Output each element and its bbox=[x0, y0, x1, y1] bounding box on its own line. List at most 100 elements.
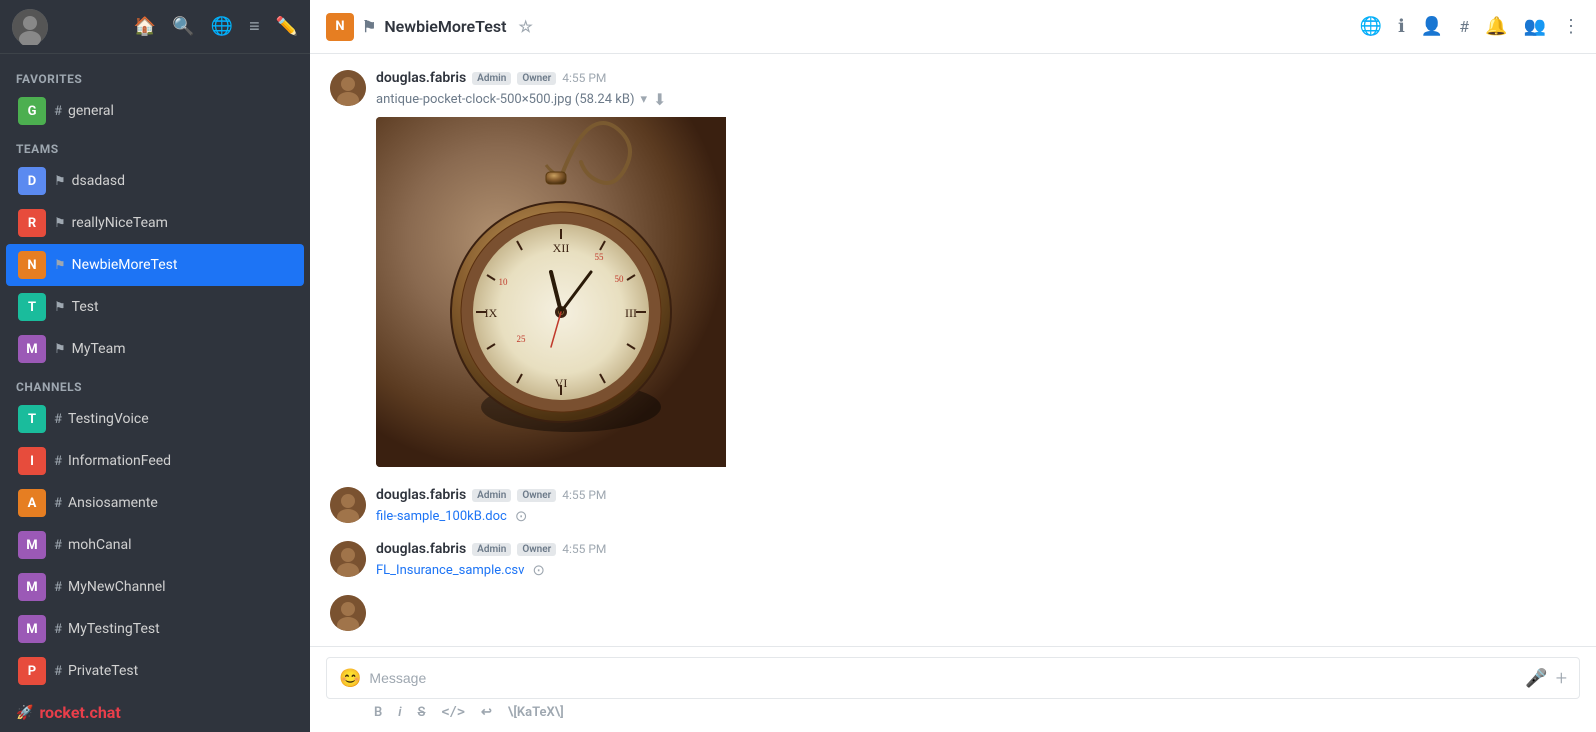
sidebar-item-dsadasd[interactable]: D ⚑ dsadasd bbox=[6, 160, 304, 202]
sidebar-nav-icons: 🏠 🔍 🌐 ≡ ✏️ bbox=[134, 16, 298, 37]
svg-text:XII: XII bbox=[553, 241, 570, 255]
item-label-reallyNiceTeam: reallyNiceTeam bbox=[72, 215, 168, 231]
item-avatar-reallyNiceTeam: R bbox=[18, 209, 46, 237]
user-avatar[interactable] bbox=[12, 9, 48, 45]
svg-text:10: 10 bbox=[499, 277, 509, 287]
strike-button[interactable]: S bbox=[418, 705, 426, 720]
search-icon[interactable]: 🔍 bbox=[172, 16, 194, 37]
search-members-icon[interactable]: 👤 bbox=[1421, 16, 1443, 37]
file-row-3: FL_Insurance_sample.csv ⊙ bbox=[376, 561, 1576, 579]
messages-area: douglas.fabris Admin Owner 4:55 PM antiq… bbox=[310, 54, 1596, 646]
main-content: N ⚑ NewbieMoreTest ☆ 🌐 ℹ 👤 # 🔔 👥 ⋮ bbox=[310, 0, 1596, 732]
item-label-InformationFeed: InformationFeed bbox=[68, 453, 171, 469]
message-input-box[interactable]: 😊 🎤 + bbox=[326, 657, 1580, 699]
sidebar-item-general[interactable]: G # general bbox=[6, 90, 304, 132]
item-label-Ansiosamente: Ansiosamente bbox=[68, 495, 158, 511]
svg-text:50: 50 bbox=[615, 274, 625, 284]
message-block-4 bbox=[330, 595, 1576, 631]
item-label-NewbieMoreTest: NewbieMoreTest bbox=[72, 257, 178, 273]
svg-text:IX: IX bbox=[485, 306, 498, 320]
sidebar-item-Ansiosamente[interactable]: A # Ansiosamente bbox=[6, 482, 304, 524]
teams-label: Teams bbox=[0, 132, 310, 160]
role-admin-2: Admin bbox=[472, 489, 511, 502]
sidebar-content: Favorites G # general Teams D ⚑ dsadasd … bbox=[0, 54, 310, 693]
role-admin-1: Admin bbox=[472, 72, 511, 85]
message-block-2: douglas.fabris Admin Owner 4:55 PM file-… bbox=[330, 487, 1576, 525]
sidebar-item-NewbieMoreTest[interactable]: N ⚑ NewbieMoreTest bbox=[6, 244, 304, 286]
item-avatar-MyTestingTest: M bbox=[18, 615, 46, 643]
sidebar-item-MyTestingTest[interactable]: M # MyTestingTest bbox=[6, 608, 304, 650]
members-icon[interactable]: 👥 bbox=[1524, 16, 1546, 37]
rocket-icon: 🚀 bbox=[16, 705, 33, 721]
add-button[interactable]: + bbox=[1556, 666, 1567, 690]
clock-svg: XII III VI IX 55 50 25 10 bbox=[376, 117, 726, 467]
item-label-general: general bbox=[68, 103, 114, 119]
sidebar-header: 🏠 🔍 🌐 ≡ ✏️ bbox=[0, 0, 310, 54]
team-icon-Test: ⚑ bbox=[54, 300, 66, 315]
sort-icon[interactable]: ≡ bbox=[249, 16, 260, 37]
star-icon[interactable]: ☆ bbox=[518, 17, 532, 36]
team-icon-NewbieMoreTest: ⚑ bbox=[54, 258, 66, 273]
file-link-csv[interactable]: FL_Insurance_sample.csv bbox=[376, 563, 524, 578]
katex-button[interactable]: \[KaTeX\] bbox=[508, 705, 564, 720]
clock-image: XII III VI IX 55 50 25 10 bbox=[376, 117, 726, 467]
role-admin-3: Admin bbox=[472, 543, 511, 556]
sidebar-item-MyNewChannel[interactable]: M # MyNewChannel bbox=[6, 566, 304, 608]
avatar-douglas-4 bbox=[330, 595, 366, 631]
item-avatar-MyTeam: M bbox=[18, 335, 46, 363]
file-info-1: antique-pocket-clock-500×500.jpg (58.24 … bbox=[376, 90, 1576, 109]
kebab-menu-icon[interactable]: ⋮ bbox=[1562, 16, 1580, 37]
hash-icon-InformationFeed: # bbox=[54, 454, 62, 469]
file-action-icon-3[interactable]: ⊙ bbox=[532, 561, 545, 579]
emoji-button[interactable]: 😊 bbox=[339, 668, 361, 689]
bold-button[interactable]: B bbox=[374, 705, 382, 720]
info-action-icon[interactable]: ℹ bbox=[1398, 16, 1405, 37]
chevron-icon-1[interactable]: ▾ bbox=[640, 92, 647, 107]
rocket-chat-text: rocket.chat bbox=[39, 703, 120, 722]
item-avatar-NewbieMoreTest: N bbox=[18, 251, 46, 279]
hash-icon-mohCanal: # bbox=[54, 538, 62, 553]
file-action-icon-2[interactable]: ⊙ bbox=[515, 507, 528, 525]
globe-icon[interactable]: 🌐 bbox=[211, 16, 233, 37]
compose-icon[interactable]: ✏️ bbox=[276, 16, 298, 37]
file-name-1: antique-pocket-clock-500×500.jpg (58.24 … bbox=[376, 92, 634, 107]
team-icon-dsadasd: ⚑ bbox=[54, 174, 66, 189]
team-hash-icon: ⚑ bbox=[362, 17, 376, 36]
bell-icon[interactable]: 🔔 bbox=[1485, 16, 1507, 37]
topbar-team-avatar: N bbox=[326, 13, 354, 41]
item-label-mohCanal: mohCanal bbox=[68, 537, 131, 553]
image-preview-1[interactable]: XII III VI IX 55 50 25 10 bbox=[376, 117, 736, 467]
avatar-douglas-2 bbox=[330, 487, 366, 523]
home-icon[interactable]: 🏠 bbox=[134, 16, 156, 37]
sidebar-item-TestingVoice[interactable]: T # TestingVoice bbox=[6, 398, 304, 440]
hash-icon-TestingVoice: # bbox=[54, 412, 62, 427]
formatting-bar: B i S </> ↩ \[KaTeX\] bbox=[326, 699, 1580, 722]
item-avatar-mohCanal: M bbox=[18, 531, 46, 559]
message-time-2: 4:55 PM bbox=[562, 488, 606, 502]
message-block-1: douglas.fabris Admin Owner 4:55 PM antiq… bbox=[330, 70, 1576, 471]
message-meta-2: douglas.fabris Admin Owner 4:55 PM bbox=[376, 487, 1576, 503]
svg-text:25: 25 bbox=[517, 334, 527, 344]
hash-icon-MyNewChannel: # bbox=[54, 580, 62, 595]
sidebar-item-reallyNiceTeam[interactable]: R ⚑ reallyNiceTeam bbox=[6, 202, 304, 244]
sidebar-item-Test[interactable]: T ⚑ Test bbox=[6, 286, 304, 328]
sidebar-item-mohCanal[interactable]: M # mohCanal bbox=[6, 524, 304, 566]
message-input[interactable] bbox=[369, 670, 1517, 686]
sidebar-item-PrivateTest[interactable]: P # PrivateTest bbox=[6, 650, 304, 692]
sidebar-item-InformationFeed[interactable]: I # InformationFeed bbox=[6, 440, 304, 482]
avatar-douglas-3 bbox=[330, 541, 366, 577]
item-avatar-TestingVoice: T bbox=[18, 405, 46, 433]
file-link-doc[interactable]: file-sample_100kB.doc bbox=[376, 509, 507, 524]
mic-button[interactable]: 🎤 bbox=[1525, 668, 1547, 689]
download-icon-1[interactable]: ⬇ bbox=[653, 90, 666, 109]
sidebar-item-MyTeam[interactable]: M ⚑ MyTeam bbox=[6, 328, 304, 370]
role-owner-2: Owner bbox=[517, 489, 556, 502]
quote-button[interactable]: ↩ bbox=[481, 705, 492, 720]
italic-button[interactable]: i bbox=[398, 705, 401, 720]
globe-action-icon[interactable]: 🌐 bbox=[1360, 16, 1382, 37]
message-content-2: douglas.fabris Admin Owner 4:55 PM file-… bbox=[376, 487, 1576, 525]
code-button[interactable]: </> bbox=[441, 705, 464, 720]
item-label-MyTeam: MyTeam bbox=[72, 341, 126, 357]
channel-hash-icon[interactable]: # bbox=[1459, 17, 1469, 36]
message-meta-3: douglas.fabris Admin Owner 4:55 PM bbox=[376, 541, 1576, 557]
